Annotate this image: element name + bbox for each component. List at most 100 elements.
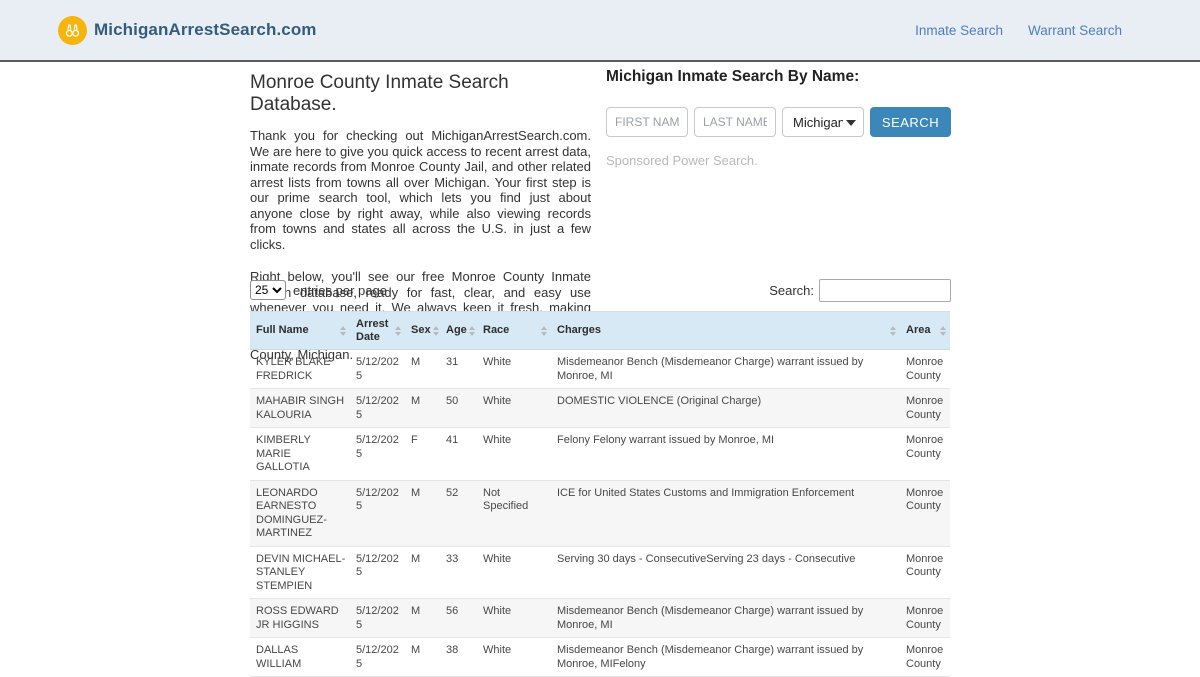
- column-header-label: Age: [446, 324, 467, 336]
- sort-icon[interactable]: [395, 325, 401, 336]
- table-row: DEVIN MICHAEL-STANLEY STEMPIEN 5/12/2025 M…: [250, 546, 950, 599]
- sort-icon[interactable]: [468, 325, 475, 336]
- name-search-form: Michigan SEARCH: [606, 107, 952, 137]
- brand-title: MichiganArrestSearch.com: [94, 20, 317, 39]
- site-header: MichiganArrestSearch.com Inmate Search W…: [0, 0, 1200, 62]
- page-size-select[interactable]: 25: [250, 280, 286, 300]
- first-name-input[interactable]: [606, 107, 688, 137]
- cell-arrest-date: 5/12/2025: [350, 637, 405, 677]
- cell-race: White: [477, 546, 551, 599]
- cell-age: 52: [440, 480, 477, 547]
- column-header-sex[interactable]: Sex: [405, 311, 440, 350]
- cell-arrest-date: 5/12/2025: [350, 546, 405, 599]
- top-nav: Inmate Search Warrant Search: [915, 0, 1122, 60]
- page-size-control: 25 entries per page: [250, 280, 387, 300]
- table-controls: 25 entries per page Search:: [250, 276, 951, 304]
- cell-race: White: [477, 388, 551, 428]
- nav-warrant-search[interactable]: Warrant Search: [1028, 23, 1122, 38]
- column-header-label: Sex: [411, 324, 431, 336]
- handcuffs-icon: [58, 15, 87, 45]
- nav-inmate-search[interactable]: Inmate Search: [915, 23, 1003, 38]
- last-name-input[interactable]: [694, 107, 776, 137]
- cell-arrest-date: 5/12/2025: [350, 480, 405, 547]
- search-button[interactable]: SEARCH: [870, 107, 951, 137]
- table-row: KYLER BLAKE FREDRICK 5/12/2025 M 31 White Mis…: [250, 349, 950, 389]
- cell-age: 56: [440, 598, 477, 638]
- cell-full-name: MAHABIR SINGH KALOURIA: [250, 388, 350, 428]
- table-search-input[interactable]: [819, 278, 951, 302]
- cell-area: Monroe County: [900, 480, 950, 547]
- column-header-age[interactable]: Age: [440, 311, 477, 350]
- cell-arrest-date: 5/12/2025: [350, 598, 405, 638]
- cell-charges: ICE for United States Customs and Immigr…: [551, 480, 900, 547]
- cell-area: Monroe County: [900, 598, 950, 638]
- cell-area: Monroe County: [900, 637, 950, 677]
- cell-charges: Felony Felony warrant issued by Monroe, …: [551, 427, 900, 481]
- table-row: LEONARDO EARNESTO DOMINGUEZ-MARTINEZ 5/12…: [250, 480, 950, 547]
- cell-charges: DOMESTIC VIOLENCE (Original Charge): [551, 388, 900, 428]
- sponsored-note: Sponsored Power Search.: [606, 153, 758, 168]
- cell-race: White: [477, 349, 551, 389]
- table-row: MAHABIR SINGH KALOURIA 5/12/2025 M 50 White D…: [250, 388, 950, 428]
- column-header-charges[interactable]: Charges: [551, 311, 900, 350]
- column-header-label: Race: [483, 324, 510, 336]
- cell-area: Monroe County: [900, 388, 950, 428]
- cell-area: Monroe County: [900, 546, 950, 599]
- column-header-label: Arrest Date: [356, 317, 389, 343]
- page-title: Monroe County Inmate Search Database.: [250, 72, 509, 115]
- cell-charges: Misdemeanor Bench (Misdemeanor Charge) w…: [551, 349, 900, 389]
- cell-sex: M: [405, 598, 440, 638]
- cell-full-name: LEONARDO EARNESTO DOMINGUEZ-MARTINEZ: [250, 480, 350, 547]
- inmate-table: Full Name Arrest Date Sex Age Race Charges Are…: [250, 311, 950, 677]
- sort-icon[interactable]: [340, 325, 346, 336]
- cell-area: Monroe County: [900, 349, 950, 389]
- cell-age: 41: [440, 427, 477, 481]
- table-row: ROSS EDWARD JR HIGGINS 5/12/2025 M 56 White M…: [250, 598, 950, 638]
- entries-per-page-label: entries per page: [293, 282, 387, 298]
- cell-age: 33: [440, 546, 477, 599]
- cell-full-name: KYLER BLAKE FREDRICK: [250, 349, 350, 389]
- column-header-label: Full Name: [256, 324, 309, 336]
- sort-icon[interactable]: [890, 325, 896, 336]
- cell-area: Monroe County: [900, 427, 950, 481]
- cell-sex: M: [405, 349, 440, 389]
- cell-race: White: [477, 637, 551, 677]
- cell-sex: M: [405, 546, 440, 599]
- sort-icon[interactable]: [541, 325, 547, 336]
- cell-sex: M: [405, 480, 440, 547]
- column-header-label: Charges: [557, 324, 602, 336]
- sort-icon[interactable]: [940, 325, 946, 336]
- cell-arrest-date: 5/12/2025: [350, 388, 405, 428]
- intro-paragraph-1: Thank you for checking out MichiganArres…: [250, 128, 591, 252]
- cell-age: 50: [440, 388, 477, 428]
- cell-arrest-date: 5/12/2025: [350, 427, 405, 481]
- cell-sex: M: [405, 388, 440, 428]
- cell-sex: M: [405, 637, 440, 677]
- cell-arrest-date: 5/12/2025: [350, 349, 405, 389]
- cell-age: 31: [440, 349, 477, 389]
- sort-icon[interactable]: [432, 325, 439, 336]
- site-logo[interactable]: MichiganArrestSearch.com: [58, 15, 317, 45]
- table-search-control: Search:: [769, 278, 951, 302]
- cell-sex: F: [405, 427, 440, 481]
- column-header-label: Area: [906, 324, 931, 336]
- search-panel-heading: Michigan Inmate Search By Name:: [606, 68, 860, 85]
- column-header-full-name[interactable]: Full Name: [250, 311, 350, 350]
- cell-race: Not Specified: [477, 480, 551, 547]
- cell-full-name: DALLAS WILLIAM: [250, 637, 350, 677]
- state-select[interactable]: Michigan: [782, 107, 864, 137]
- table-search-label: Search:: [769, 282, 814, 298]
- cell-full-name: KIMBERLY MARIE GALLOTIA: [250, 427, 350, 481]
- column-header-arrest-date[interactable]: Arrest Date: [350, 311, 405, 350]
- cell-charges: Misdemeanor Bench (Misdemeanor Charge) w…: [551, 637, 900, 677]
- cell-race: White: [477, 427, 551, 481]
- cell-full-name: ROSS EDWARD JR HIGGINS: [250, 598, 350, 638]
- inmate-table-section: 25 entries per page Search: Full Name Arr…: [250, 276, 951, 677]
- table-row: KIMBERLY MARIE GALLOTIA 5/12/2025 F 41 White…: [250, 427, 950, 481]
- table-header-row: Full Name Arrest Date Sex Age Race Charges Are…: [250, 311, 950, 350]
- column-header-area[interactable]: Area: [900, 311, 950, 350]
- inmate-table-body: KYLER BLAKE FREDRICK 5/12/2025 M 31 White Mis…: [250, 349, 950, 677]
- column-header-race[interactable]: Race: [477, 311, 551, 350]
- cell-full-name: DEVIN MICHAEL-STANLEY STEMPIEN: [250, 546, 350, 599]
- cell-age: 38: [440, 637, 477, 677]
